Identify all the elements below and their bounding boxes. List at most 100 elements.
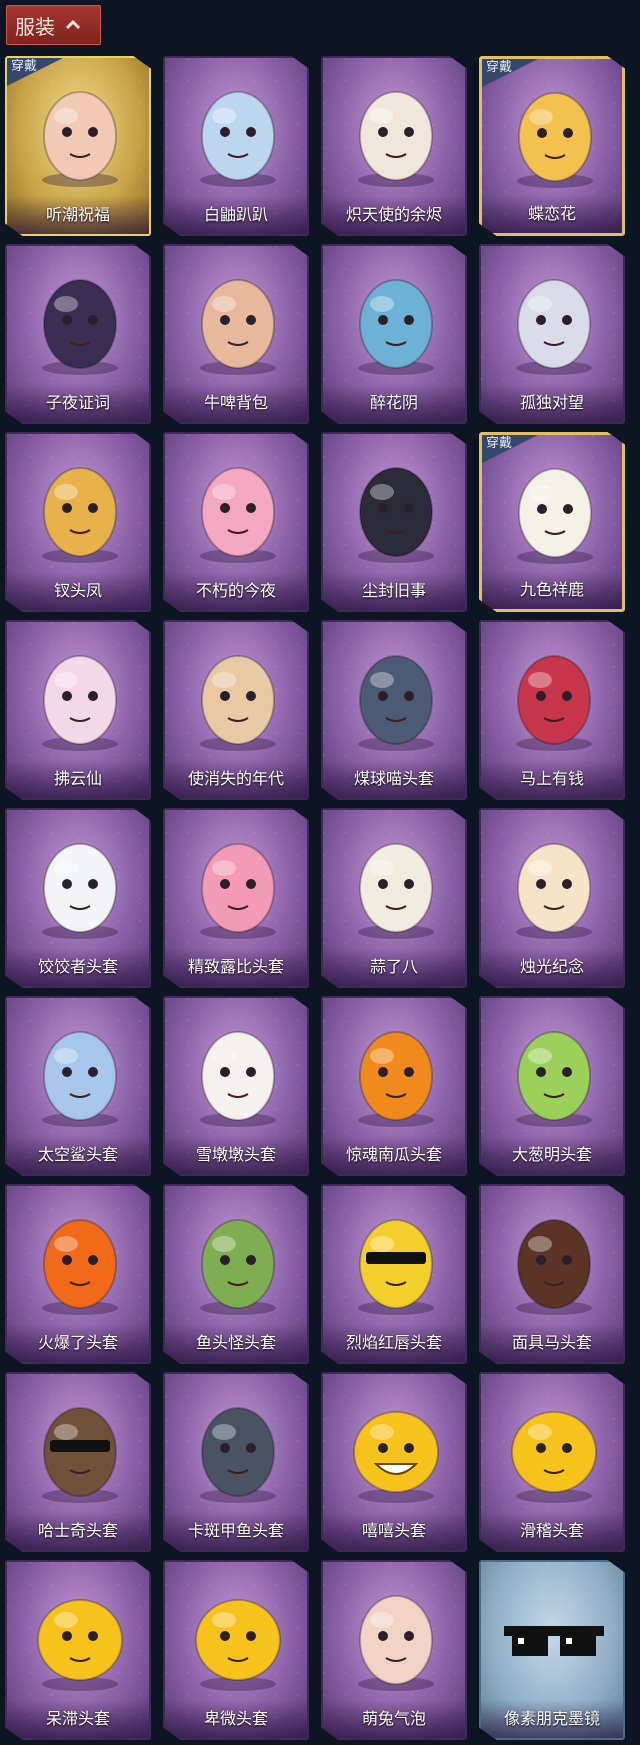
plague-doctor-doll-icon <box>42 279 118 375</box>
costume-card[interactable]: 火爆了头套 <box>5 1184 151 1364</box>
costume-name: 牛啤背包 <box>165 384 307 422</box>
costume-card[interactable]: 醉花阴 <box>321 244 467 424</box>
costume-card[interactable]: 马上有钱 <box>479 620 625 800</box>
costume-card[interactable]: 呆滞头套 <box>5 1560 151 1740</box>
phoenix-crown-doll-icon <box>42 467 118 563</box>
costume-name: 太空鲨头套 <box>7 1136 149 1174</box>
stare-emoji-icon <box>37 1599 123 1691</box>
timid-emoji-icon <box>195 1599 281 1691</box>
costume-name: 尘封旧事 <box>323 572 465 610</box>
dreamcatcher-icon <box>358 279 434 375</box>
scallion-head-icon <box>516 1031 592 1127</box>
white-ermine-icon <box>200 91 276 187</box>
smirk-emoji-icon <box>511 1411 597 1503</box>
red-horse-head-icon <box>516 655 592 751</box>
costume-name: 九色祥鹿 <box>482 571 622 609</box>
costume-card[interactable]: 滑稽头套 <box>479 1372 625 1552</box>
costume-card[interactable]: 烈焰红唇头套 <box>321 1184 467 1364</box>
costume-card[interactable]: 使消失的年代 <box>163 620 309 800</box>
dark-suit-doll-icon <box>358 467 434 563</box>
sleeping-girl-doll-icon <box>200 655 276 751</box>
cow-in-barrel-icon <box>200 279 276 375</box>
costume-name: 精致露比头套 <box>165 948 307 986</box>
costume-card[interactable]: 饺饺者头套 <box>5 808 151 988</box>
pink-fox-icon <box>200 467 276 563</box>
shark-head-icon <box>42 1031 118 1127</box>
fish-head-icon <box>200 1219 276 1315</box>
costume-name: 煤球喵头套 <box>323 760 465 798</box>
costume-card[interactable]: 雪墩墩头套 <box>163 996 309 1176</box>
costume-name: 炽天使的余烬 <box>323 196 465 234</box>
yellow-lips-head-icon <box>358 1219 434 1315</box>
costume-card[interactable]: 像素朋克墨镜 <box>479 1560 625 1740</box>
costume-card[interactable]: 烛光纪念 <box>479 808 625 988</box>
costume-card[interactable]: 孤独对望 <box>479 244 625 424</box>
costume-card[interactable]: 拂云仙 <box>5 620 151 800</box>
costume-card[interactable]: 卑微头套 <box>163 1560 309 1740</box>
white-figure-with-blue-wings-icon <box>42 91 118 187</box>
costume-card[interactable]: 不朽的今夜 <box>163 432 309 612</box>
costume-name: 子夜证词 <box>7 384 149 422</box>
costume-name: 面具马头套 <box>481 1324 623 1362</box>
costume-card[interactable]: 哈士奇头套 <box>5 1372 151 1552</box>
costume-card[interactable]: 炽天使的余烬 <box>321 56 467 236</box>
costume-name: 白鼬趴趴 <box>165 196 307 234</box>
costume-grid: 听潮祝福 穿戴 白鼬趴趴 炽天使的余烬 蝶恋花 穿戴子夜证词 牛啤背包 醉花阴 孤独对望钗头凤不… <box>0 52 640 1745</box>
dog-head-sunglasses-icon <box>42 1407 118 1503</box>
costume-tab[interactable]: 服装 <box>6 5 101 45</box>
costume-card[interactable]: 蝶恋花 穿戴 <box>479 56 625 236</box>
costume-card[interactable]: 惊魂南瓜头套 <box>321 996 467 1176</box>
costume-card[interactable]: 蒜了八 <box>321 808 467 988</box>
costume-name: 烈焰红唇头套 <box>323 1324 465 1362</box>
costume-name: 嘻嘻头套 <box>323 1512 465 1550</box>
costume-card[interactable]: 子夜证词 <box>5 244 151 424</box>
costume-card[interactable]: 钗头凤 <box>5 432 151 612</box>
pixel-sunglasses-icon <box>504 1626 604 1656</box>
costume-card[interactable]: 面具马头套 <box>479 1184 625 1364</box>
costume-name: 呆滞头套 <box>7 1700 149 1738</box>
fire-head-icon <box>42 1219 118 1315</box>
garlic-head-icon <box>358 843 434 939</box>
costume-name: 钗头凤 <box>7 572 149 610</box>
costume-card[interactable]: 白鼬趴趴 <box>163 56 309 236</box>
costume-name: 饺饺者头套 <box>7 948 149 986</box>
costume-card[interactable]: 大葱明头套 <box>479 996 625 1176</box>
costume-card[interactable]: 精致露比头套 <box>163 808 309 988</box>
costume-name: 萌兔气泡 <box>323 1700 465 1738</box>
costume-card[interactable]: 鱼头怪头套 <box>163 1184 309 1364</box>
costume-card[interactable]: 太空鲨头套 <box>5 996 151 1176</box>
costume-card[interactable]: 九色祥鹿 穿戴 <box>479 432 625 612</box>
costume-card[interactable]: 萌兔气泡 <box>321 1560 467 1740</box>
horse-mask-icon <box>516 1219 592 1315</box>
costume-name: 像素朋克墨镜 <box>481 1700 623 1738</box>
pink-beaver-head-icon <box>200 843 276 939</box>
costume-name: 雪墩墩头套 <box>165 1136 307 1174</box>
snowman-head-icon <box>200 1031 276 1127</box>
costume-card[interactable]: 煤球喵头套 <box>321 620 467 800</box>
costume-card[interactable]: 牛啤背包 <box>163 244 309 424</box>
chevron-up-icon <box>65 20 81 30</box>
whale-head-icon <box>200 1407 276 1503</box>
costume-name: 蝶恋花 <box>482 195 622 233</box>
costume-tab-label: 服装 <box>15 14 55 39</box>
costume-name: 拂云仙 <box>7 760 149 798</box>
white-haired-doll-icon <box>516 279 592 375</box>
costume-name: 马上有钱 <box>481 760 623 798</box>
costume-name: 孤独对望 <box>481 384 623 422</box>
costume-name: 听潮祝福 <box>7 196 149 234</box>
costume-name: 醉花阴 <box>323 384 465 422</box>
white-deer-icon <box>517 468 593 564</box>
costume-name: 滑稽头套 <box>481 1512 623 1550</box>
flower-wreath-icon <box>517 92 593 188</box>
angel-doll-icon <box>358 91 434 187</box>
costume-name: 不朽的今夜 <box>165 572 307 610</box>
costume-card[interactable]: 尘封旧事 <box>321 432 467 612</box>
costume-name: 火爆了头套 <box>7 1324 149 1362</box>
bald-figure-icon <box>358 1595 434 1691</box>
costume-name: 卡斑甲鱼头套 <box>165 1512 307 1550</box>
costume-name: 鱼头怪头套 <box>165 1324 307 1362</box>
costume-card[interactable]: 听潮祝福 穿戴 <box>5 56 151 236</box>
costume-card[interactable]: 嘻嘻头套 <box>321 1372 467 1552</box>
costume-name: 烛光纪念 <box>481 948 623 986</box>
costume-card[interactable]: 卡斑甲鱼头套 <box>163 1372 309 1552</box>
